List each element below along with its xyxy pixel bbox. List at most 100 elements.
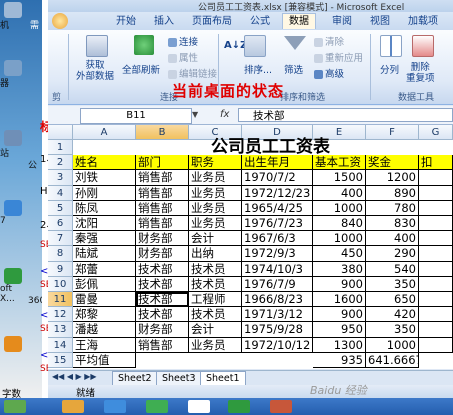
table-cell[interactable] bbox=[419, 200, 453, 216]
table-cell[interactable]: 技术员 bbox=[189, 261, 242, 277]
desktop-icon-recycle[interactable]: 站 bbox=[0, 130, 42, 159]
row-header[interactable]: 3 bbox=[48, 170, 73, 186]
table-cell[interactable]: 350 bbox=[366, 276, 419, 292]
table-cell[interactable]: 380 bbox=[313, 261, 366, 277]
properties-button[interactable]: 属性 bbox=[168, 50, 198, 64]
table-cell[interactable]: 技术员 bbox=[189, 276, 242, 292]
table-cell[interactable]: 900 bbox=[313, 276, 366, 292]
table-cell[interactable]: 出纳 bbox=[189, 246, 242, 262]
tab-data[interactable]: 数据 bbox=[282, 13, 316, 29]
table-cell[interactable]: 销售部 bbox=[136, 337, 189, 353]
sort-button[interactable]: 排序... bbox=[244, 62, 272, 76]
table-cell[interactable]: 技术部 bbox=[136, 261, 189, 277]
desktop-icon-folder[interactable] bbox=[0, 336, 42, 352]
row-header[interactable]: 5 bbox=[48, 200, 73, 216]
table-cell[interactable]: 业务员 bbox=[189, 170, 242, 186]
table-cell[interactable] bbox=[419, 307, 453, 323]
table-cell[interactable] bbox=[419, 231, 453, 247]
table-cell[interactable]: 641.6667 bbox=[366, 352, 419, 368]
table-cell[interactable]: 780 bbox=[366, 200, 419, 216]
tab-view[interactable]: 视图 bbox=[364, 14, 396, 29]
table-cell[interactable]: 业务员 bbox=[189, 200, 242, 216]
desktop-icon-ie[interactable]: 7 bbox=[0, 200, 42, 226]
table-cell[interactable] bbox=[419, 322, 453, 338]
table-cell[interactable]: 950 bbox=[313, 322, 366, 338]
table-cell[interactable]: 400 bbox=[366, 231, 419, 247]
table-cell[interactable]: 刘铁 bbox=[73, 170, 136, 186]
row-header[interactable]: 10 bbox=[48, 276, 73, 292]
table-cell[interactable]: 1000 bbox=[313, 231, 366, 247]
table-cell[interactable] bbox=[419, 170, 453, 186]
table-cell[interactable] bbox=[419, 185, 453, 201]
table-cell[interactable]: 部门 bbox=[136, 155, 189, 171]
sheet-nav-icon[interactable]: ◀◀ ◀ ▶ ▶▶ bbox=[52, 372, 97, 381]
table-cell[interactable] bbox=[419, 292, 453, 308]
refresh-all-button[interactable]: 全部刷新 bbox=[122, 62, 160, 76]
worksheet-grid[interactable]: ABCDEFG 1 2 3 4 5 6 7 8 9 10 11 12 13 14 15 公司员工工资表 姓名部… bbox=[48, 125, 453, 369]
table-cell[interactable]: 奖金 bbox=[366, 155, 419, 171]
row-header[interactable]: 15 bbox=[48, 352, 73, 368]
table-cell[interactable] bbox=[419, 276, 453, 292]
row-header[interactable]: 11 bbox=[48, 292, 73, 308]
table-cell[interactable]: 1967/6/3 bbox=[242, 231, 313, 247]
row-header[interactable]: 6 bbox=[48, 216, 73, 232]
office-button-icon[interactable] bbox=[52, 13, 68, 29]
row-header[interactable]: 2 bbox=[48, 155, 73, 171]
row-header[interactable]: 4 bbox=[48, 185, 73, 201]
table-cell[interactable]: 400 bbox=[313, 185, 366, 201]
table-cell[interactable]: 技术员 bbox=[189, 307, 242, 323]
taskbar-browser-icon[interactable] bbox=[104, 400, 126, 413]
table-cell[interactable]: 450 bbox=[313, 246, 366, 262]
column-header[interactable]: G bbox=[419, 125, 453, 140]
row-header[interactable]: 9 bbox=[48, 261, 73, 277]
table-cell[interactable]: 1500 bbox=[313, 170, 366, 186]
table-cell[interactable]: 1972/12/23 bbox=[242, 185, 313, 201]
table-cell[interactable]: 1000 bbox=[313, 200, 366, 216]
get-external-data-button[interactable]: 获取 外部数据 bbox=[70, 60, 120, 82]
name-box[interactable]: B11 bbox=[80, 108, 192, 124]
table-cell[interactable]: 420 bbox=[366, 307, 419, 323]
edit-links-button[interactable]: 编辑链接 bbox=[168, 66, 217, 80]
table-cell[interactable]: 540 bbox=[366, 261, 419, 277]
tab-home[interactable]: 开始 bbox=[110, 14, 142, 29]
row-header[interactable]: 8 bbox=[48, 246, 73, 262]
table-cell[interactable] bbox=[419, 261, 453, 277]
table-cell[interactable]: 技术部 bbox=[136, 276, 189, 292]
table-cell[interactable]: 1200 bbox=[366, 170, 419, 186]
taskbar-folder-icon[interactable] bbox=[62, 400, 84, 413]
table-cell[interactable]: 1974/10/3 bbox=[242, 261, 313, 277]
table-cell[interactable]: 1000 bbox=[366, 337, 419, 353]
table-cell[interactable]: 孙刚 bbox=[73, 185, 136, 201]
column-header[interactable] bbox=[48, 125, 73, 140]
tab-addins[interactable]: 加载项 bbox=[402, 14, 444, 29]
taskbar-excel-icon[interactable] bbox=[228, 400, 250, 413]
reapply-button[interactable]: 重新应用 bbox=[314, 50, 363, 64]
column-header[interactable]: B bbox=[136, 125, 189, 140]
table-cell[interactable]: 陆斌 bbox=[73, 246, 136, 262]
table-cell[interactable]: 销售部 bbox=[136, 216, 189, 232]
table-cell[interactable]: 扣 bbox=[419, 155, 453, 171]
desktop-icon-network[interactable]: 器 bbox=[0, 60, 42, 89]
table-cell[interactable]: 会计 bbox=[189, 322, 242, 338]
table-cell[interactable]: 830 bbox=[366, 216, 419, 232]
table-cell[interactable]: 郑蕾 bbox=[73, 261, 136, 277]
table-cell[interactable]: 840 bbox=[313, 216, 366, 232]
start-button-icon[interactable] bbox=[4, 400, 26, 413]
row-header[interactable]: 12 bbox=[48, 307, 73, 323]
tab-page-layout[interactable]: 页面布局 bbox=[186, 14, 238, 29]
table-cell[interactable]: 出生年月 bbox=[242, 155, 313, 171]
table-cell[interactable]: 业务员 bbox=[189, 216, 242, 232]
table-cell[interactable]: 销售部 bbox=[136, 200, 189, 216]
taskbar-app-icon[interactable] bbox=[146, 400, 168, 413]
table-cell[interactable] bbox=[419, 216, 453, 232]
filter-button[interactable]: 筛选 bbox=[284, 62, 303, 76]
row-header[interactable]: 13 bbox=[48, 322, 73, 338]
fx-icon[interactable]: fx bbox=[220, 108, 229, 122]
advanced-button[interactable]: 高级 bbox=[314, 66, 344, 80]
tab-formulas[interactable]: 公式 bbox=[244, 14, 276, 29]
table-cell[interactable]: 王海 bbox=[73, 337, 136, 353]
tab-insert[interactable]: 插入 bbox=[148, 14, 180, 29]
remove-duplicates-button[interactable]: 删除 重复项 bbox=[406, 62, 435, 84]
table-cell[interactable]: 1976/7/9 bbox=[242, 276, 313, 292]
table-cell[interactable]: 1971/3/12 bbox=[242, 307, 313, 323]
